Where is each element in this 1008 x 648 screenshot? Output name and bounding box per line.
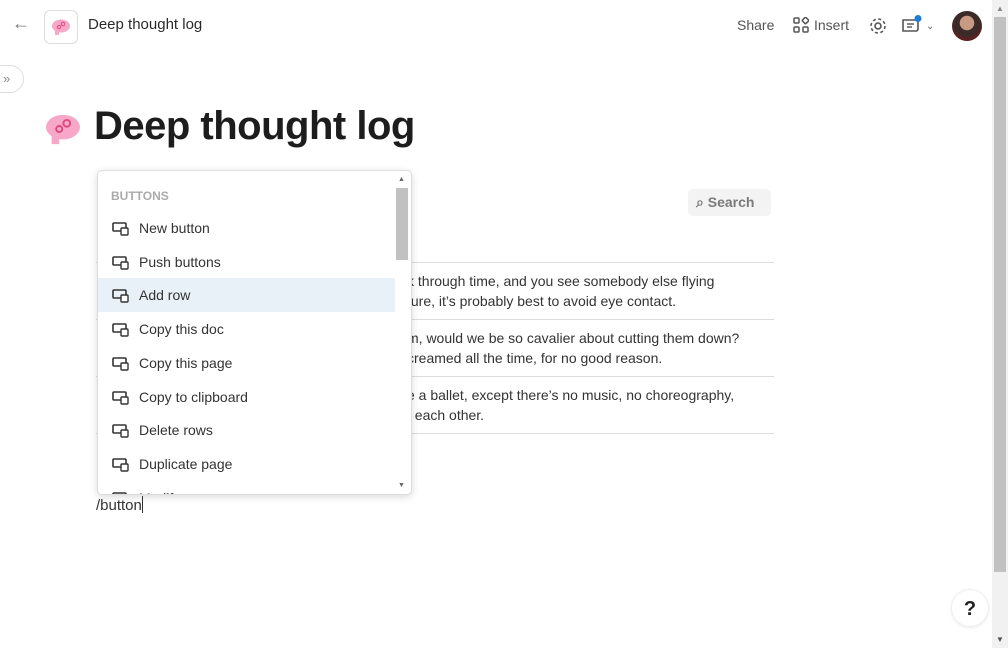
menu-item-push-buttons[interactable]: Push buttons [98, 245, 395, 279]
insert-button[interactable]: Insert [793, 17, 849, 33]
help-button[interactable]: ? [951, 589, 989, 627]
chevron-down-icon: ⌄ [926, 20, 935, 32]
comment-icon [902, 15, 922, 32]
insert-label: Insert [814, 17, 850, 33]
search-icon: ⌕ [696, 194, 704, 210]
button-cursor-icon [112, 222, 129, 236]
table-row[interactable]: e a ballet, except there’s no music, no … [407, 385, 734, 425]
menu-item-new-button[interactable]: New button [98, 211, 395, 245]
brain-gears-icon [46, 114, 80, 145]
share-button[interactable]: Share [737, 17, 774, 33]
page-scrollbar[interactable]: ▲ ▼ [992, 0, 1008, 648]
menu-item-add-row[interactable]: Add row [98, 278, 395, 313]
row-text: creamed all the time, for no good reason… [407, 350, 663, 366]
clipboard-icon [112, 390, 129, 405]
row-text: k through time, and you see somebody els… [407, 273, 715, 289]
menu-item-label: Copy to clipboard [139, 388, 248, 405]
menu-item-modify-rows[interactable]: Modify rows [98, 481, 395, 494]
row-text: t each other. [407, 407, 485, 423]
menu-item-copy-to-clipboard[interactable]: Copy to clipboard [98, 380, 395, 414]
menu-section-header: BUTTONS [111, 189, 169, 203]
row-text: m, would we be so cavalier about cutting… [407, 330, 740, 346]
doc-title: Deep thought log [88, 16, 203, 33]
command-text: /button [96, 497, 142, 514]
sidebar-expand-icon[interactable]: » [0, 65, 24, 93]
menu-item-label: Copy this page [139, 354, 233, 371]
comments-button[interactable]: ⌄ [900, 15, 934, 37]
menu-item-label: Delete rows [139, 422, 213, 439]
menu-item-delete-rows[interactable]: Delete rows [98, 413, 395, 447]
page-title: Deep thought log [94, 104, 415, 148]
back-arrow-icon[interactable]: ← [12, 13, 32, 33]
menu-item-label: Copy this doc [139, 321, 224, 338]
menu-item-label: Modify rows [139, 490, 214, 494]
menu-item-label: New button [139, 220, 210, 236]
menu-scrollbar[interactable]: ▲ ▼ [395, 171, 409, 494]
slash-command-menu: BUTTONS New button Push buttons Add row Cop… [97, 170, 412, 495]
menu-item-label: Duplicate page [139, 455, 233, 472]
delete-rows-icon [112, 424, 129, 438]
menu-item-label: Add row [139, 287, 191, 304]
menu-item-copy-this-doc[interactable]: Copy this doc [98, 312, 395, 346]
table-row[interactable]: m, would we be so cavalier about cutting… [407, 328, 739, 368]
search-button[interactable]: ⌕ Search [688, 189, 771, 216]
menu-item-copy-this-page[interactable]: Copy this page [98, 346, 395, 380]
insert-grid-icon [793, 17, 809, 33]
doc-icon[interactable] [44, 10, 78, 44]
menu-item-duplicate-page[interactable]: Duplicate page [98, 447, 395, 481]
gear-icon[interactable] [868, 16, 888, 36]
copy-page-icon [112, 356, 129, 371]
avatar[interactable] [952, 11, 982, 41]
row-text: ture, it’s probably best to avoid eye co… [407, 293, 677, 309]
duplicate-page-icon [112, 458, 129, 472]
add-row-icon [112, 289, 129, 304]
menu-item-label: Push buttons [139, 253, 221, 270]
copy-doc-icon [112, 323, 129, 337]
row-text: e a ballet, except there’s no music, no … [407, 387, 735, 403]
modify-rows-icon [112, 491, 127, 494]
editor-command-input[interactable]: /button [96, 496, 143, 514]
brain-gears-icon [52, 19, 70, 35]
table-row[interactable]: k through time, and you see somebody els… [407, 271, 714, 311]
search-label: Search [707, 194, 755, 210]
push-buttons-icon [112, 255, 129, 270]
